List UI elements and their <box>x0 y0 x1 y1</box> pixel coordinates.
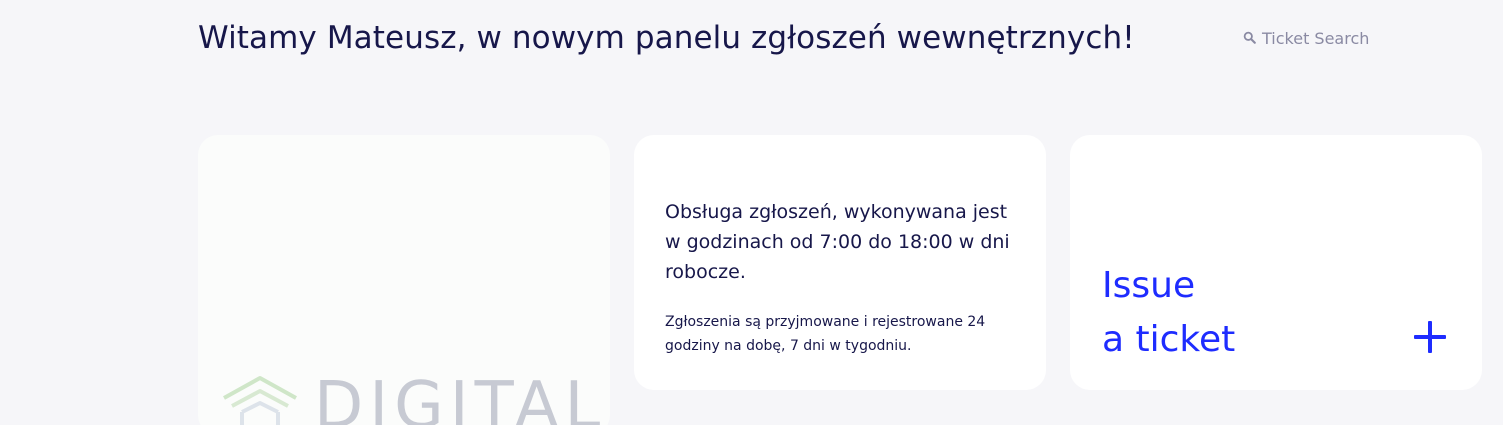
brand-logo: DIGITAL <box>220 372 606 425</box>
welcome-heading: Witamy Mateusz, w nowym panelu zgłoszeń … <box>198 20 1135 56</box>
hours-main-text: Obsługa zgłoszeń, wykonywana jest w godz… <box>665 201 1010 283</box>
issue-ticket-line1[interactable]: Issue <box>1102 268 1195 304</box>
hours-sub-text: Zgłoszenia są przyjmowane i rejestrowane… <box>665 314 986 354</box>
page: Witamy Mateusz, w nowym panelu zgłoszeń … <box>0 0 1503 425</box>
search-placeholder[interactable]: Ticket Search <box>1262 29 1369 48</box>
hours-card: Obsługa zgłoszeń, wykonywana jest w godz… <box>634 135 1046 390</box>
search-icon <box>1243 29 1256 48</box>
plus-icon[interactable] <box>1414 321 1446 353</box>
house-shield-logo-icon <box>220 372 300 425</box>
issue-ticket-card[interactable]: Issue a ticket <box>1070 135 1482 390</box>
logo-card: DIGITAL <box>198 135 610 425</box>
ticket-search[interactable]: Ticket Search <box>1243 29 1369 48</box>
logo-wordmark: DIGITAL <box>314 369 607 425</box>
issue-ticket-line2[interactable]: a ticket <box>1102 322 1235 358</box>
